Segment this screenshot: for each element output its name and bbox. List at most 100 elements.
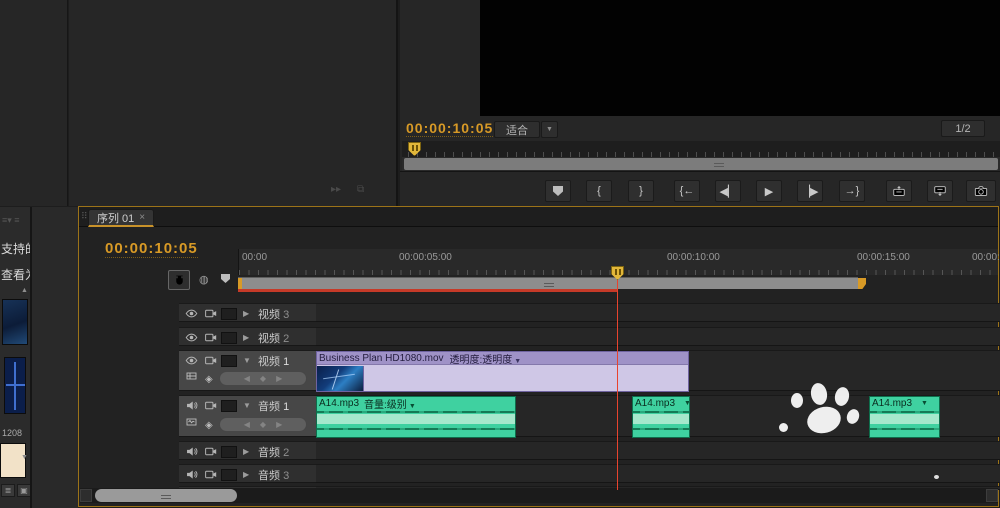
video3-lane[interactable] xyxy=(316,303,1000,322)
list-view-button[interactable]: ≣ xyxy=(1,484,15,497)
encore-marker-icon[interactable]: ◍ xyxy=(199,273,209,286)
toggle-track-output-icon[interactable] xyxy=(184,307,198,320)
track-name: 音频 2 xyxy=(258,446,290,459)
track-lock-toggle[interactable] xyxy=(221,445,237,458)
sync-lock-icon[interactable] xyxy=(203,331,217,344)
program-timecode[interactable]: 00:00:10:05 xyxy=(406,120,494,137)
track-header-audio1[interactable]: ▼ 音频 1 ◈ ◀ ◆ ▶ xyxy=(179,395,316,437)
panel-menu-icon[interactable]: ≡▾ ≡ xyxy=(2,215,20,226)
track-header-video2[interactable]: ▶ 视频 2 xyxy=(179,327,316,346)
next-keyframe-icon[interactable]: ▶ xyxy=(276,420,282,429)
work-area-start-handle[interactable] xyxy=(238,278,242,289)
collapse-triangle-icon[interactable]: ▶ xyxy=(243,333,252,342)
clip-a14-mp3-2[interactable]: A14.mp3 ▼ xyxy=(632,396,690,438)
clip-effect-badge[interactable]: 音量:级别 ▼ xyxy=(364,397,416,410)
work-area-bar[interactable] xyxy=(238,277,866,289)
set-display-style-icon[interactable] xyxy=(185,416,198,431)
scroll-down-icon[interactable]: ▼ xyxy=(21,454,28,461)
fit-zoom-dropdown[interactable]: 适合 xyxy=(494,121,540,138)
scroll-up-icon[interactable]: ▲ xyxy=(21,287,28,294)
timeline-timecode[interactable]: 00:00:10:05 xyxy=(105,240,198,258)
expand-triangle-icon[interactable]: ▼ xyxy=(243,401,252,410)
export-frame-dim-icon[interactable]: ⧉ xyxy=(357,184,364,195)
work-area-end-handle[interactable] xyxy=(858,278,866,289)
fit-zoom-dropdown-arrow[interactable]: ▼ xyxy=(541,121,558,138)
goto-out-button[interactable]: →} xyxy=(839,180,865,202)
sync-lock-icon[interactable] xyxy=(203,354,217,367)
scroll-left-button[interactable] xyxy=(80,489,92,502)
timeline-h-scrollbar[interactable] xyxy=(80,488,998,503)
prev-keyframe-icon[interactable]: ◀ xyxy=(244,420,250,429)
scroll-right-button[interactable] xyxy=(986,489,998,502)
set-display-style-icon[interactable] xyxy=(185,370,198,385)
collapse-triangle-icon[interactable]: ▶ xyxy=(243,309,252,318)
track-lock-toggle[interactable] xyxy=(221,399,237,412)
extract-button[interactable] xyxy=(927,180,953,202)
snap-toggle[interactable] xyxy=(168,270,190,290)
h-scroll-thumb[interactable] xyxy=(95,489,237,502)
track-lock-toggle[interactable] xyxy=(221,331,237,344)
toggle-track-mute-icon[interactable] xyxy=(184,468,198,481)
toggle-track-output-icon[interactable] xyxy=(184,331,198,344)
collapse-triangle-icon[interactable]: ▶ xyxy=(243,470,252,479)
next-keyframe-icon[interactable]: ▶ xyxy=(276,374,282,383)
timeline-marker-icon[interactable] xyxy=(221,274,230,283)
add-marker-button[interactable] xyxy=(545,180,571,202)
clip-a14-mp3-3[interactable]: A14.mp3 ▼ xyxy=(869,396,940,438)
step-forward-button[interactable]: ▕▶ xyxy=(797,180,823,202)
toggle-track-output-icon[interactable] xyxy=(184,354,198,367)
keyframe-navigator[interactable]: ◀ ◆ ▶ xyxy=(219,417,307,432)
program-scrollbar-thumb[interactable] xyxy=(404,158,998,170)
toggle-track-mute-icon[interactable] xyxy=(184,445,198,458)
program-video-viewport xyxy=(480,0,1000,116)
add-keyframe-icon[interactable]: ◆ xyxy=(260,374,266,383)
sync-lock-icon[interactable] xyxy=(203,307,217,320)
project-thumbnail-2[interactable] xyxy=(4,357,26,414)
project-panel-fragment: ≡▾ ≡ 支持的 查看为 ▲ 1208 ▼ ≣ ▣ xyxy=(0,207,37,508)
audio1-lane[interactable]: A14.mp3 音量:级别▼ A14.mp3 ▼ xyxy=(316,395,1000,438)
step-back-button[interactable]: ◀▏ xyxy=(715,180,741,202)
prev-keyframe-icon[interactable]: ◀ xyxy=(244,374,250,383)
watermark-dot xyxy=(934,475,939,479)
export-frame-button[interactable] xyxy=(966,180,996,202)
audio3-lane[interactable] xyxy=(316,464,1000,483)
lift-button[interactable] xyxy=(886,180,912,202)
goto-in-button[interactable]: {← xyxy=(674,180,700,202)
video1-lane[interactable]: Business Plan HD1080.mov 透明度:透明度 ▼ xyxy=(316,350,1000,392)
sync-lock-icon[interactable] xyxy=(203,468,217,481)
sync-lock-icon[interactable] xyxy=(203,445,217,458)
track-lock-toggle[interactable] xyxy=(221,354,237,367)
sync-lock-icon[interactable] xyxy=(203,399,217,412)
tab-sequence-01[interactable]: 序列 01 × xyxy=(88,209,155,227)
track-header-video3[interactable]: ▶ 视频 3 xyxy=(179,303,316,322)
keyframe-toggle-icon[interactable]: ◈ xyxy=(205,374,213,385)
toggle-track-mute-icon[interactable] xyxy=(184,399,198,412)
clip-business-plan[interactable]: Business Plan HD1080.mov 透明度:透明度 ▼ xyxy=(316,351,689,392)
playback-resolution-dropdown[interactable]: 1/2 xyxy=(941,120,985,137)
add-keyframe-icon[interactable]: ◆ xyxy=(260,420,266,429)
track-header-audio2[interactable]: ▶ 音频 2 xyxy=(179,441,316,460)
program-scrollbar[interactable] xyxy=(402,157,1000,171)
program-playhead[interactable] xyxy=(408,142,421,156)
track-lock-toggle[interactable] xyxy=(221,307,237,320)
keyframe-navigator[interactable]: ◀ ◆ ▶ xyxy=(219,371,307,386)
track-name: 视频 3 xyxy=(258,308,290,321)
mark-out-button[interactable]: } xyxy=(628,180,654,202)
track-header-video1[interactable]: ▼ 视频 1 ◈ ◀ ◆ ▶ xyxy=(179,350,316,391)
audio2-lane[interactable] xyxy=(316,441,1000,460)
keyframe-toggle-icon[interactable]: ◈ xyxy=(205,420,213,431)
collapse-triangle-icon[interactable]: ▶ xyxy=(243,447,252,456)
video2-lane[interactable] xyxy=(316,327,1000,346)
icon-view-button[interactable]: ▣ xyxy=(17,484,31,497)
playback-resolution-icon[interactable]: ▸▸ xyxy=(331,184,341,195)
program-mini-timeline[interactable] xyxy=(402,141,1000,157)
mark-in-button[interactable]: { xyxy=(586,180,612,202)
track-header-audio3[interactable]: ▶ 音频 3 xyxy=(179,464,316,483)
clip-effect-badge[interactable]: 透明度:透明度 ▼ xyxy=(450,352,522,366)
expand-triangle-icon[interactable]: ▼ xyxy=(243,356,252,365)
close-icon[interactable]: × xyxy=(139,212,145,223)
clip-a14-mp3-1[interactable]: A14.mp3 音量:级别 ▼ xyxy=(316,396,516,438)
project-thumbnail-1[interactable] xyxy=(2,299,28,345)
track-lock-toggle[interactable] xyxy=(221,468,237,481)
play-button[interactable]: ▶ xyxy=(756,180,782,202)
